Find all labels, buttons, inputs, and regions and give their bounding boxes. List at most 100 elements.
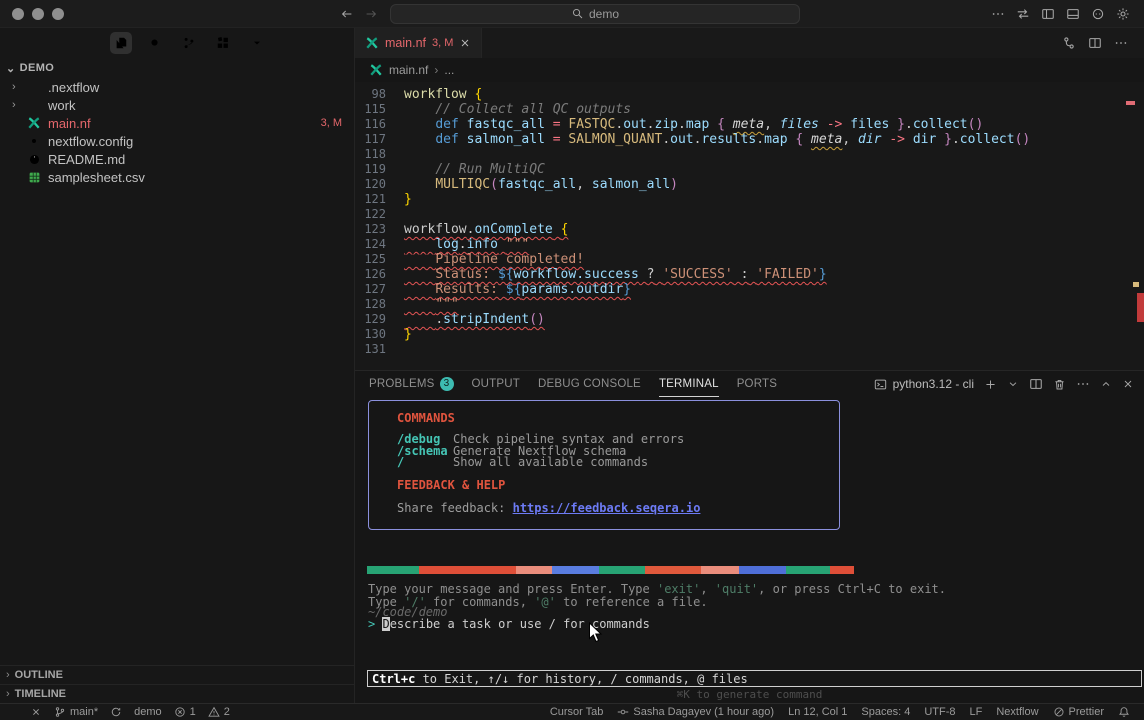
ellipsis-icon[interactable] [1114, 36, 1128, 50]
ellipsis-icon[interactable] [991, 7, 1005, 21]
status-sync[interactable] [110, 706, 122, 718]
chevron-right-icon: › [6, 688, 10, 700]
tree-item-work[interactable]: ›work [0, 96, 354, 114]
feedback-link[interactable]: https://feedback.seqera.io [513, 501, 701, 515]
status-language[interactable]: Nextflow [996, 706, 1038, 718]
code-line[interactable]: 130} [355, 327, 1144, 342]
line-number: 123 [355, 222, 386, 237]
panel-tab-debug-console[interactable]: Debug Console [538, 371, 641, 397]
line-number: 122 [355, 207, 386, 222]
file-name: main.nf [48, 116, 91, 131]
plus-icon[interactable] [984, 377, 997, 391]
line-number: 128 [355, 297, 386, 312]
code-line[interactable]: 126 Status: ${workflow.success ? 'SUCCES… [355, 267, 1144, 282]
forward-icon[interactable] [364, 7, 378, 21]
split-editor-icon[interactable] [1029, 377, 1043, 391]
panel-tab-ports[interactable]: Ports [737, 371, 777, 397]
folder-icon [26, 97, 42, 113]
status-prettier[interactable]: Prettier [1053, 706, 1104, 718]
extensions-icon[interactable] [212, 32, 234, 54]
status-repo[interactable]: demo [134, 706, 162, 718]
tree-item-nextflow-config[interactable]: nextflow.config [0, 132, 354, 150]
files-icon[interactable] [110, 32, 132, 54]
layout-sidebar-icon[interactable] [1041, 7, 1055, 21]
line-number: 121 [355, 192, 386, 207]
status-encoding[interactable]: UTF-8 [924, 706, 955, 718]
code-editor[interactable]: 98workflow {115 // Collect all QC output… [355, 82, 1144, 370]
maximize-window-button[interactable] [52, 8, 64, 20]
code-line[interactable]: 129 .stripIndent() [355, 312, 1144, 327]
code-line[interactable]: 122 [355, 207, 1144, 222]
explorer-section-header[interactable]: ⌄ DEMO [0, 58, 354, 78]
trash-icon[interactable] [1053, 377, 1066, 391]
code-line[interactable]: 123workflow.onComplete { [355, 222, 1144, 237]
breadcrumb[interactable]: main.nf › ... [355, 58, 1144, 82]
code-line[interactable]: 119 // Run MultiQC [355, 162, 1144, 177]
chevron-down-icon[interactable] [1007, 377, 1019, 391]
explorer-section-title: DEMO [20, 62, 55, 74]
tree-item-README-md[interactable]: README.md [0, 150, 354, 168]
commands-title: COMMANDS [397, 411, 839, 425]
git-graph-icon[interactable] [1062, 36, 1076, 50]
sync-icon[interactable] [1016, 7, 1030, 21]
code-line[interactable]: 118 [355, 147, 1144, 162]
split-editor-icon[interactable] [1088, 36, 1102, 50]
code-line[interactable]: 120 MULTIQC(fastqc_all, salmon_all) [355, 177, 1144, 192]
outline-section[interactable]: › OUTLINE [0, 665, 354, 684]
code-line[interactable]: 117 def salmon_all = SALMON_QUANT.out.re… [355, 132, 1144, 147]
tab-main-nf[interactable]: main.nf 3, M [355, 28, 482, 58]
back-icon[interactable] [340, 7, 354, 21]
source-control-icon[interactable] [178, 32, 200, 54]
code-line[interactable]: 128 """ [355, 297, 1144, 312]
status-indentation[interactable]: Spaces: 4 [861, 706, 910, 718]
search-icon[interactable] [144, 32, 166, 54]
code-line[interactable]: 98workflow { [355, 87, 1144, 102]
timeline-section[interactable]: › TIMELINE [0, 684, 354, 703]
code-text [386, 342, 404, 357]
gear-icon[interactable] [1116, 7, 1130, 21]
code-line[interactable]: 131 [355, 342, 1144, 357]
status-warnings[interactable]: 2 [208, 706, 230, 718]
tree-item-samplesheet-csv[interactable]: samplesheet.csv [0, 168, 354, 186]
close-icon[interactable] [1122, 377, 1134, 391]
ellipsis-icon[interactable] [1076, 377, 1090, 391]
layout-panel-icon[interactable] [1066, 7, 1080, 21]
panel-tab-problems[interactable]: Problems3 [369, 371, 454, 397]
code-line[interactable]: 116 def fastqc_all = FASTQC.out.zip.map … [355, 117, 1144, 132]
chevron-down-icon[interactable] [246, 32, 268, 54]
copilot-icon[interactable] [1091, 7, 1105, 21]
code-line[interactable]: 125 Pipeline completed! [355, 252, 1144, 267]
tree-item--nextflow[interactable]: ›.nextflow [0, 78, 354, 96]
status-blame[interactable]: Sasha Dagayev (1 hour ago) [617, 706, 774, 718]
line-number: 115 [355, 102, 386, 117]
command-description: Show all available commands [453, 457, 648, 469]
command-center-search[interactable]: demo [390, 4, 800, 24]
status-remote[interactable] [30, 706, 42, 718]
sidebar-bottom-sections: › OUTLINE › TIMELINE [0, 665, 354, 703]
terminal-prompt-line[interactable]: > Describe a task or use / for commands [368, 617, 650, 631]
chevron-up-icon[interactable] [1100, 377, 1112, 391]
close-tab-icon[interactable] [459, 37, 471, 49]
status-eol[interactable]: LF [970, 706, 983, 718]
code-line[interactable]: 127 Results: ${params.outdir} [355, 282, 1144, 297]
code-line[interactable]: 124 log.info """ [355, 237, 1144, 252]
terminal-content[interactable]: COMMANDS /debugCheck pipeline syntax and… [355, 397, 1144, 703]
panel-tab-output[interactable]: Output [472, 371, 520, 397]
panel-tab-terminal[interactable]: Terminal [659, 371, 719, 397]
terminal-input-bar[interactable]: Ctrl+c to Exit, ↑/↓ for history, / comma… [367, 670, 1142, 687]
code-line[interactable]: 115 // Collect all QC outputs [355, 102, 1144, 117]
line-number: 125 [355, 252, 386, 267]
editor-actions [1062, 28, 1144, 58]
minimize-window-button[interactable] [32, 8, 44, 20]
status-errors[interactable]: 1 [174, 706, 196, 718]
terminal-instance[interactable]: python3.12 - cli [874, 377, 974, 391]
status-notifications[interactable] [1118, 706, 1130, 718]
tree-item-main-nf[interactable]: main.nf3, M [0, 114, 354, 132]
color-segment [830, 566, 854, 574]
code-text [386, 147, 404, 162]
status-cursor-tab[interactable]: Cursor Tab [550, 706, 604, 718]
status-branch[interactable]: main* [54, 706, 98, 718]
code-line[interactable]: 121} [355, 192, 1144, 207]
status-cursor-position[interactable]: Ln 12, Col 1 [788, 706, 847, 718]
close-window-button[interactable] [12, 8, 24, 20]
